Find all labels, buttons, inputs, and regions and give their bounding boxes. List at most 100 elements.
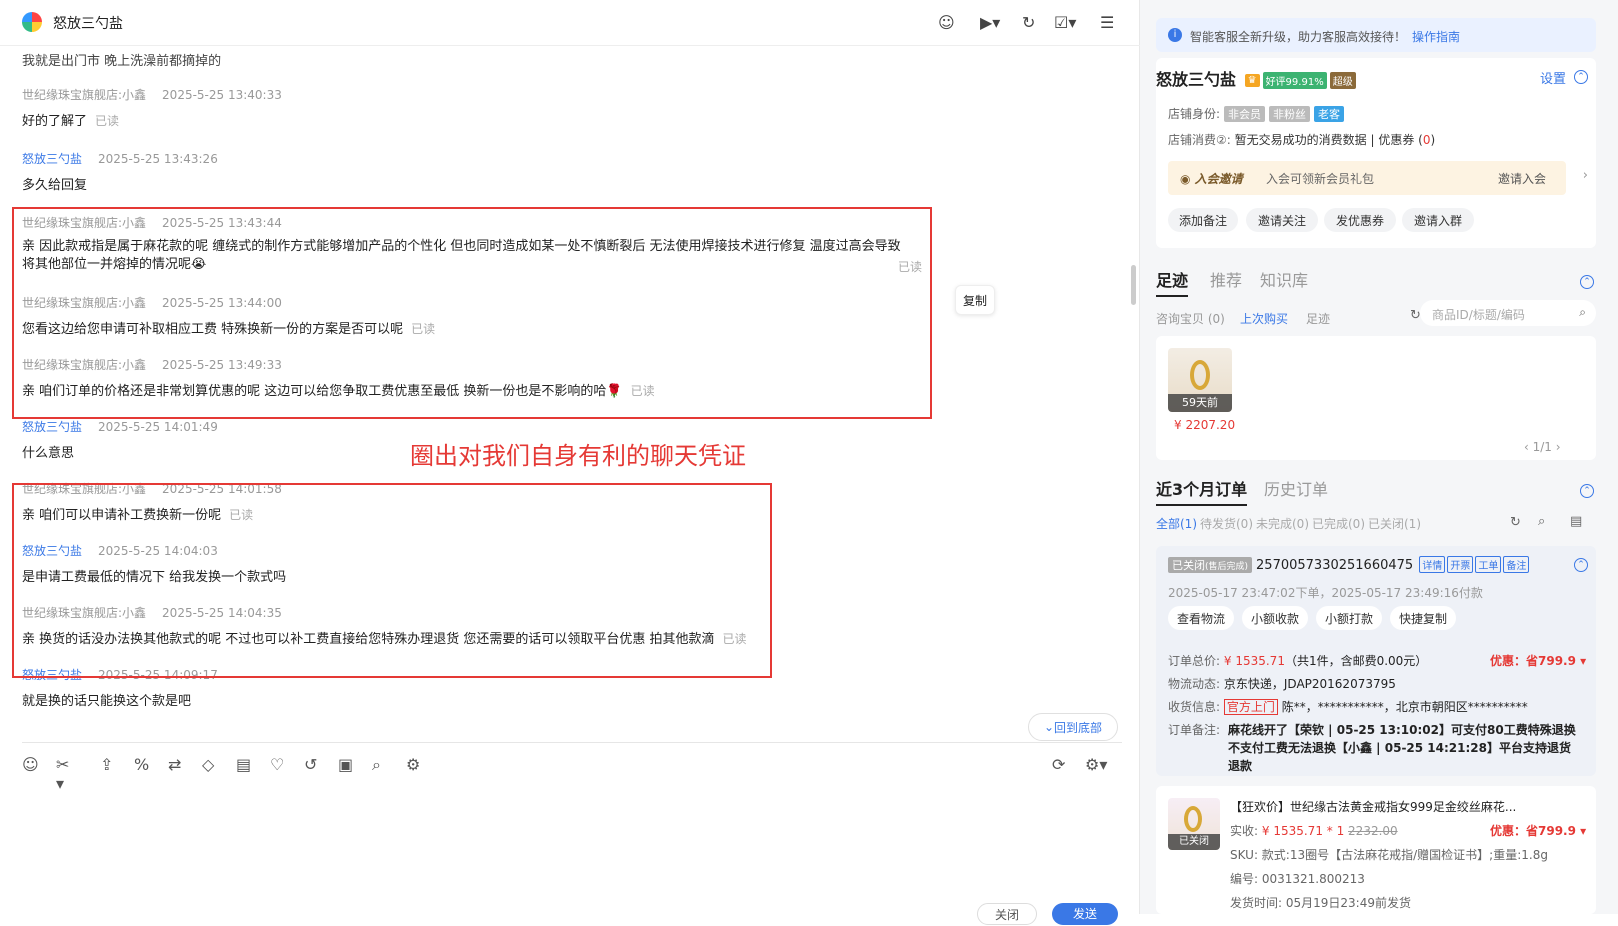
product-price: ¥ 2207.20	[1174, 418, 1236, 432]
invite-follow-button[interactable]: 邀请关注	[1246, 208, 1318, 232]
subtab-last-purchase[interactable]: 上次购买	[1240, 310, 1288, 327]
remark-tag[interactable]: 备注	[1503, 556, 1530, 573]
tag-icon[interactable]: ◇	[202, 755, 214, 774]
add-note-button[interactable]: 添加备注	[1168, 208, 1238, 232]
message-text: 我就是出门市 晚上洗澡前都摘掉的	[22, 54, 222, 69]
search-icon[interactable]: ⌕	[1538, 514, 1545, 529]
tab-recent-orders[interactable]: 近3个月订单	[1156, 476, 1248, 506]
product-thumbnail[interactable]: 59天前	[1168, 348, 1232, 412]
vip-text: 入会可领新会员礼包	[1266, 172, 1375, 186]
guide-link[interactable]: 操作指南	[1412, 30, 1460, 44]
gear-icon[interactable]: ⚙	[406, 755, 420, 774]
message-meta: 世纪缘珠宝旗舰店:小鑫 2025-5-25 13:40:33	[22, 88, 282, 102]
refresh-icon[interactable]: ↻	[1510, 515, 1521, 530]
tab-knowledge[interactable]: 知识库	[1260, 267, 1308, 291]
percent-icon[interactable]: %	[134, 755, 149, 774]
item-title[interactable]: 【狂欢价】世纪缘古法黄金戒指女999足金绞丝麻花...	[1230, 798, 1516, 815]
chevron-up-icon[interactable]: ⌃	[1574, 70, 1588, 84]
share-icon[interactable]: ⟳	[1052, 755, 1065, 774]
send-button[interactable]: 发送	[1052, 903, 1118, 925]
copy-button[interactable]: 复制	[955, 285, 995, 315]
robot-icon[interactable]: ☺	[938, 13, 955, 32]
invite-group-button[interactable]: 邀请入群	[1402, 208, 1474, 232]
filter-all[interactable]: 全部(1)	[1156, 515, 1197, 532]
refresh-icon[interactable]: ↻	[1022, 13, 1035, 32]
customer-panel: i 智能客服全新升级，助力客服高效接待！ 操作指南 怒放三勺盐 ♛ 好评99.91%…	[1140, 0, 1618, 914]
video-icon[interactable]: ▶▾	[980, 13, 1000, 32]
order-item: 已关闭 【狂欢价】世纪缘古法黄金戒指女999足金绞丝麻花... 实收: ¥ 15…	[1156, 786, 1596, 914]
filter-to-ship[interactable]: 待发货(0)	[1200, 515, 1253, 532]
identity-row: 店铺身份: 非会员 非粉丝 老客	[1168, 105, 1345, 122]
quick-copy-button[interactable]: 快捷复制	[1390, 606, 1456, 630]
order-times: 2025-05-17 23:47:02下单，2025-05-17 23:49:1…	[1168, 586, 1483, 600]
list-icon[interactable]: ▤	[1570, 514, 1582, 529]
subtab-consult[interactable]: 咨询宝贝 (0)	[1156, 310, 1225, 327]
ticket-tag[interactable]: 工单	[1475, 556, 1502, 573]
note-icon[interactable]: ▤	[236, 755, 251, 774]
view-logistics-button[interactable]: 查看物流	[1168, 606, 1234, 630]
vip-invite-button[interactable]: 邀请入会	[1498, 170, 1546, 187]
highlight-box	[12, 207, 932, 419]
subtab-footprint[interactable]: 足迹	[1306, 310, 1330, 327]
message-text: 就是换的话只能换这个款是吧	[22, 694, 192, 709]
order-remark: 麻花线开了【荣钦 | 05-25 13:10:02】可支付80工费特殊退换 不支…	[1228, 723, 1576, 773]
message-meta: 怒放三勺盐 2025-5-25 13:43:26	[22, 152, 218, 166]
chevron-up-icon[interactable]: ⌃	[1580, 484, 1594, 498]
item-discount: 优惠：省799.9 ▾	[1490, 824, 1587, 838]
message-text: 多久给回复	[22, 178, 88, 193]
highlight-box	[12, 483, 772, 678]
chat-panel: 怒放三勺盐 ☺ ▶▾ ↻ ☑▾ ☰ 我就是出门市 晚上洗澡前都摘掉的 世纪缘珠宝…	[0, 0, 1140, 925]
pager: ‹ 1/1 ›	[1524, 440, 1561, 454]
order-address: 收货信息: 官方上门 陈**，***********，北京市朝阳区*******…	[1168, 699, 1528, 715]
small-pay-button[interactable]: 小额打款	[1316, 606, 1382, 630]
detail-tag[interactable]: 详情	[1419, 556, 1446, 573]
chevron-right-icon[interactable]: ›	[1583, 168, 1588, 183]
filter-complete[interactable]: 已完成(0)	[1312, 515, 1365, 532]
small-receive-button[interactable]: 小额收款	[1242, 606, 1308, 630]
item-paid: 实收: ¥ 1535.71 * 1 2232.00	[1230, 824, 1398, 838]
chevron-up-icon[interactable]: ⌃	[1574, 558, 1588, 572]
scrollbar[interactable]	[1131, 265, 1136, 305]
tab-footprint[interactable]: 足迹	[1156, 267, 1189, 297]
order-card: 已关闭(售后完成) 2570057330251660475 详情 开票 工单 备注 ⌃ …	[1156, 546, 1596, 776]
order-discount: 优惠：省799.9 ▾	[1490, 654, 1587, 668]
doc-icon[interactable]: ▣	[338, 755, 353, 774]
vip-invite-bar: ◉ 入会邀请 入会可领新会员礼包 邀请入会	[1168, 161, 1566, 195]
message-text: 什么意思	[22, 446, 75, 461]
back-to-bottom-button[interactable]: ⌄ 回到底部	[1028, 713, 1118, 741]
exchange-icon[interactable]: ⇄	[168, 755, 181, 774]
search-icon[interactable]: ⌕	[372, 755, 381, 775]
product-card: 59天前 ¥ 2207.20 ‹ 1/1 ›	[1156, 336, 1596, 460]
upload-icon[interactable]: ⇪	[100, 755, 113, 774]
order-remark-label: 订单备注:	[1168, 723, 1221, 737]
tab-history-orders[interactable]: 历史订单	[1264, 476, 1328, 500]
cart-icon[interactable]: ♡	[270, 755, 284, 774]
check-icon[interactable]: ☑▾	[1054, 13, 1076, 32]
crown-icon: ♛	[1244, 74, 1260, 87]
menu-icon[interactable]: ☰	[1100, 13, 1114, 32]
avatar	[22, 12, 42, 32]
emoji-icon[interactable]: ☺	[22, 755, 39, 774]
scissors-icon[interactable]: ✂▾	[56, 755, 69, 793]
filter-closed[interactable]: 已关闭(1)	[1368, 515, 1421, 532]
consume-row: 店铺消费②: 暂无交易成功的消费数据 | 优惠券 (0)	[1168, 133, 1436, 147]
search-icon[interactable]: ⌕	[1579, 305, 1586, 320]
send-coupon-button[interactable]: 发优惠券	[1324, 208, 1396, 232]
chat-settings-icon[interactable]: ⚙▾	[1085, 755, 1107, 774]
customer-name: 怒放三勺盐 ♛ 好评99.91% 超级	[1156, 66, 1356, 90]
notice-bar: i 智能客服全新升级，助力客服高效接待！ 操作指南	[1156, 18, 1596, 52]
invoice-tag[interactable]: 开票	[1447, 556, 1474, 573]
order-header: 已关闭(售后完成) 2570057330251660475 详情 开票 工单 备注	[1168, 556, 1530, 573]
tab-recommend[interactable]: 推荐	[1210, 267, 1242, 291]
refresh-icon[interactable]: ↺	[304, 755, 317, 774]
filter-incomplete[interactable]: 未完成(0)	[1256, 515, 1309, 532]
close-button[interactable]: 关闭	[977, 903, 1037, 925]
product-search-input[interactable]: 商品ID/标题/编码 ⌕	[1420, 300, 1596, 326]
item-code: 编号: 0031321.800213	[1230, 872, 1365, 886]
chevron-up-icon[interactable]: ⌃	[1580, 275, 1594, 289]
level-badge: 超级	[1329, 72, 1356, 89]
chat-header: 怒放三勺盐 ☺ ▶▾ ↻ ☑▾ ☰	[0, 0, 1140, 46]
item-sku: SKU: 款式:13圈号【古法麻花戒指/赠国检证书】;重量:1.8g	[1230, 848, 1548, 862]
settings-link[interactable]: 设置	[1540, 68, 1566, 87]
item-thumbnail[interactable]: 已关闭	[1168, 798, 1220, 850]
